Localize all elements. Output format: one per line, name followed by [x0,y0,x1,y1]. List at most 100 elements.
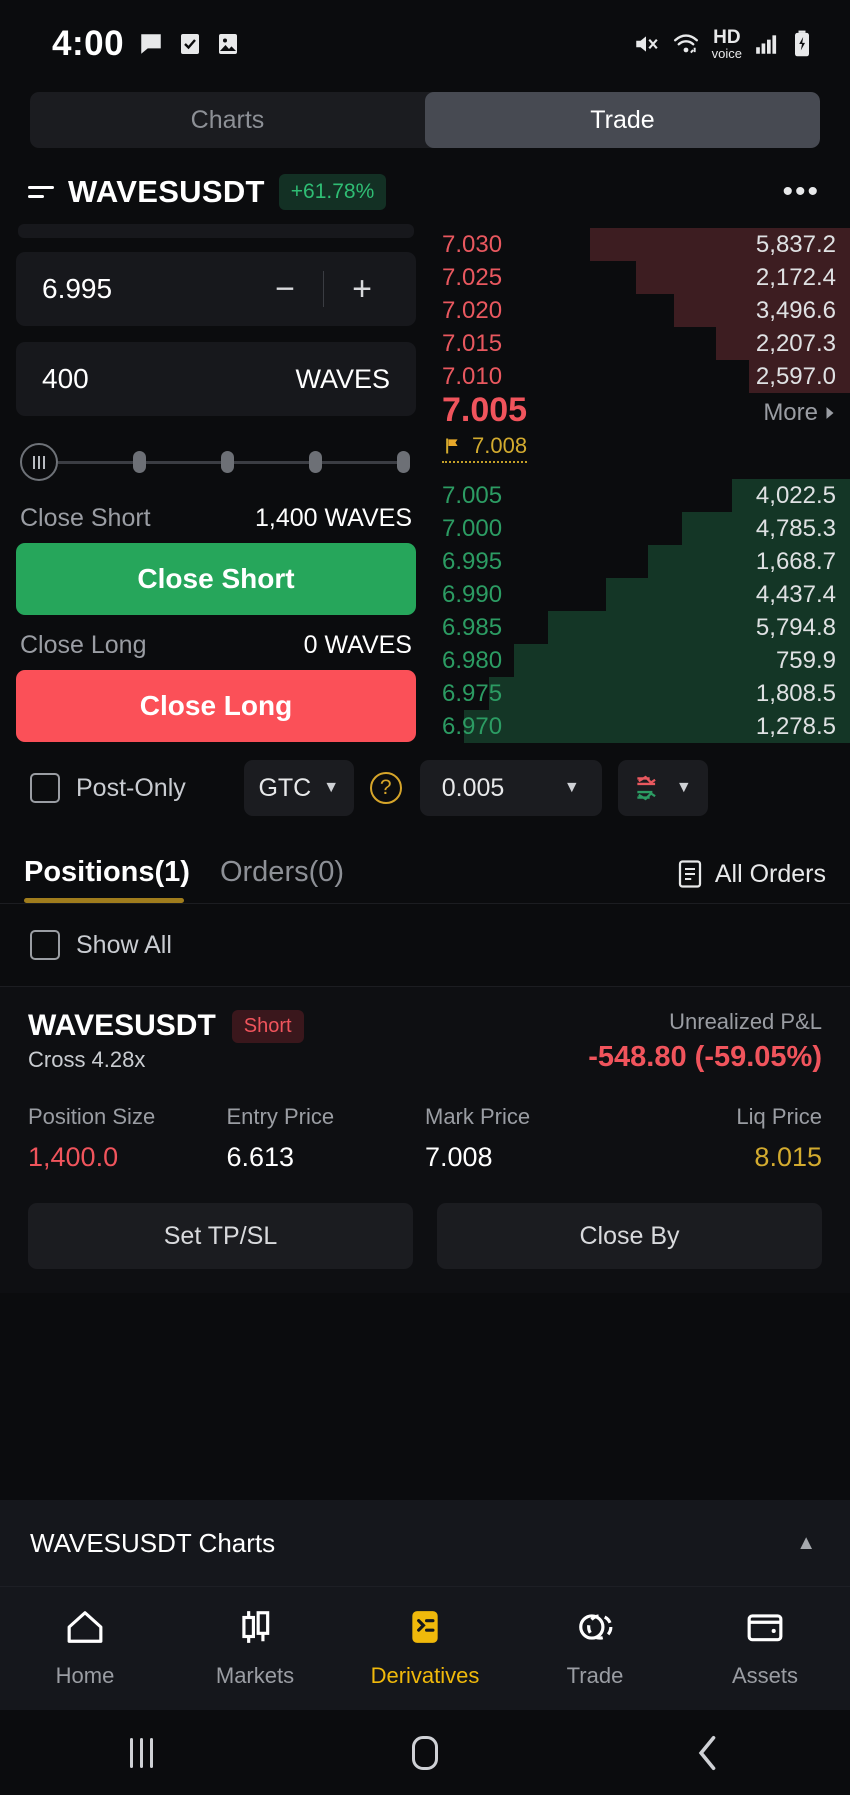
home-pill-icon[interactable] [283,1735,566,1770]
depth-view-dropdown[interactable]: ▼ [617,760,708,816]
position-metric: Entry Price 6.613 [227,1104,426,1173]
quantity-input-row[interactable]: 400 WAVES [16,342,416,416]
nav-item-home[interactable]: Home [0,1608,170,1689]
order-book-list: 7.030 5,837.2 7.025 2,172.4 7.020 3,496.6 7.01… [430,224,850,743]
order-book-row[interactable]: 6.995 1,668.7 [430,545,850,578]
slider-segment [146,460,221,464]
order-book-price: 7.010 [442,362,503,390]
order-book-quantity: 1,808.5 [755,679,836,707]
time-in-force-dropdown[interactable]: GTC ▼ [243,760,354,816]
mark-price: 7.008 [472,432,528,458]
order-book-price: 7.030 [442,230,503,258]
slider-track[interactable] [58,451,410,473]
order-book-quantity: 2,207.3 [755,329,836,357]
more-depth-button[interactable]: More [763,399,850,427]
symbol-header: WAVESUSDT +61.78% ••• [0,148,850,224]
nav-item-markets[interactable]: Markets [170,1608,340,1689]
order-book-row[interactable]: 6.975 1,808.5 [430,677,850,710]
order-options-row: Post-Only GTC ▼ ? 0.005 ▼ ▼ [0,746,850,834]
price-input[interactable]: 6.995 [42,273,112,305]
nav-item-derivatives[interactable]: Derivatives [340,1608,510,1689]
more-options-icon[interactable]: ••• [782,177,820,207]
order-book-mid: 7.005 7.008 More [430,392,850,479]
recents-icon[interactable] [0,1737,283,1768]
all-orders-button[interactable]: All Orders [677,859,826,903]
unrealized-pnl-label: Unrealized P&L [669,1009,822,1034]
message-icon [138,31,164,57]
slider-segment [234,460,309,464]
order-book-row[interactable]: 6.970 1,278.5 [430,710,850,743]
chevron-down-icon: ▼ [675,779,692,796]
order-book-price: 6.970 [442,712,503,740]
order-book-quantity: 3,496.6 [755,296,836,324]
slider-stop-25[interactable] [133,451,146,473]
position-metric-label: Entry Price [226,1104,335,1129]
slider-stop-50[interactable] [221,451,234,473]
show-all-label: Show All [76,930,172,959]
order-book-quantity: 4,785.3 [755,514,836,542]
list-lines-icon[interactable] [28,181,54,203]
mid-prices: 7.005 7.008 [442,392,528,463]
chevron-down-icon: ▼ [323,779,340,796]
slider-segment [322,460,397,464]
wifi-icon [671,31,701,57]
price-input-row[interactable]: 6.995 − + [16,252,416,326]
set-tpsl-button[interactable]: Set TP/SL [28,1203,413,1269]
nav-item-assets[interactable]: Assets [680,1608,850,1689]
quantity-input[interactable]: 400 [42,363,89,395]
order-book-asks: 7.030 5,837.2 7.025 2,172.4 7.020 3,496.6 7.01… [430,228,850,393]
quantity-unit: WAVES [295,363,390,394]
show-all-row[interactable]: Show All [0,904,850,986]
unrealized-pnl-value: -548.80 (-59.05%) [588,1041,822,1073]
slider-stop-100[interactable] [397,451,410,473]
home-icon [64,1608,106,1651]
checkbox-icon [178,31,202,57]
tick-size-dropdown[interactable]: 0.005 ▼ [419,760,602,816]
order-book-price: 6.995 [442,547,503,575]
order-book-row[interactable]: 7.020 3,496.6 [430,294,850,327]
amount-slider[interactable] [16,432,416,492]
nav-item-label: Derivatives [370,1663,480,1688]
mark-price-row[interactable]: 7.008 [442,432,528,463]
order-book-row[interactable]: 7.030 5,837.2 [430,228,850,261]
order-book-row[interactable]: 6.980 759.9 [430,644,850,677]
price-increment-button[interactable]: + [334,270,390,309]
order-book-price: 7.005 [442,481,503,509]
order-book-row[interactable]: 7.005 4,022.5 [430,479,850,512]
back-icon[interactable] [567,1735,850,1771]
order-book-quantity: 5,837.2 [755,230,836,258]
swap-icon [574,1608,616,1651]
slider-stop-75[interactable] [309,451,322,473]
close-short-button[interactable]: Close Short [16,543,416,615]
slider-handle[interactable] [20,443,58,481]
close-short-label: Close Short [20,504,151,532]
close-by-button[interactable]: Close By [437,1203,822,1269]
stepper-divider [323,271,324,307]
nav-item-trade[interactable]: Trade [510,1608,680,1689]
post-only-checkbox[interactable] [30,773,60,803]
charts-expander[interactable]: WAVESUSDT Charts ▲ [0,1500,850,1586]
tab-positions[interactable]: Positions(1) [24,856,190,903]
caret-up-icon[interactable]: ▲ [796,1532,816,1555]
price-decrement-button[interactable]: − [257,270,313,309]
close-long-button[interactable]: Close Long [16,670,416,742]
show-all-checkbox[interactable] [30,930,60,960]
tab-trade[interactable]: Trade [425,92,820,148]
order-book-row[interactable]: 7.000 4,785.3 [430,512,850,545]
order-book: 7.030 5,837.2 7.025 2,172.4 7.020 3,496.6 7.01… [430,224,850,746]
order-book-row[interactable]: 6.985 5,794.8 [430,611,850,644]
tab-charts[interactable]: Charts [30,92,425,148]
order-book-row[interactable]: 7.010 2,597.0 [430,360,850,393]
order-book-row[interactable]: 6.990 4,437.4 [430,578,850,611]
time-in-force-value: GTC [258,773,312,802]
close-long-summary: Close Long 0 WAVES [16,619,416,670]
symbol-name[interactable]: WAVESUSDT [68,174,265,210]
position-metric: Position Size 1,400.0 [28,1104,227,1173]
nav-item-label: Assets [731,1663,799,1688]
order-book-row[interactable]: 7.025 2,172.4 [430,261,850,294]
help-icon[interactable]: ? [369,772,402,804]
document-list-icon [678,860,701,888]
order-book-quantity: 5,794.8 [755,613,836,641]
order-book-row[interactable]: 7.015 2,207.3 [430,327,850,360]
tab-orders[interactable]: Orders(0) [220,856,344,903]
